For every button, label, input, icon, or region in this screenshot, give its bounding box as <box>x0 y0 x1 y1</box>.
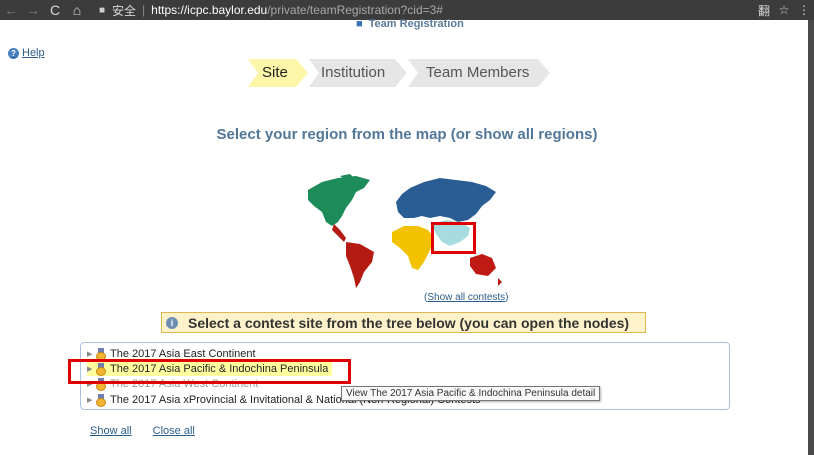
step-team-members-label: Team Members <box>426 64 530 81</box>
lock-icon[interactable]: ■ <box>96 5 108 16</box>
map-region-oceania <box>470 254 502 286</box>
step-site[interactable]: Site <box>248 59 308 87</box>
step-site-label: Site <box>262 64 288 81</box>
tooltip: View The 2017 Asia Pacific & Indochina P… <box>341 386 601 401</box>
map-region-africa <box>392 226 434 270</box>
browser-actions: 翻 ☆ ⋮ <box>754 0 814 20</box>
show-all-contests-link[interactable]: Show all contests <box>427 292 505 303</box>
map-region-south-america <box>346 242 374 288</box>
help-label: Help <box>22 47 45 59</box>
scrollbar[interactable] <box>808 20 814 455</box>
url-separator: | <box>142 3 146 17</box>
info-text: Select a contest site from the tree belo… <box>188 314 630 331</box>
step-institution-label: Institution <box>321 64 386 81</box>
tree-controls: Show all Close all <box>90 425 213 437</box>
paren-close: ) <box>505 292 509 303</box>
url-path: /private/teamRegistration?cid=3# <box>267 3 443 17</box>
info-bar: i Select a contest site from the tree be… <box>161 312 646 333</box>
expand-icon[interactable]: ▶ <box>87 350 96 358</box>
tree-selection-highlight <box>68 359 351 384</box>
page-title-text: Team Registration <box>368 18 464 30</box>
step-team-members[interactable]: Team Members <box>408 59 550 87</box>
home-icon[interactable]: ⌂ <box>66 0 88 20</box>
map-region-europe-asia <box>396 178 496 222</box>
title-bullet-icon: ■ <box>356 18 363 30</box>
map-selection-highlight <box>431 222 476 254</box>
close-all-link[interactable]: Close all <box>153 425 195 437</box>
url-host: https://icpc.baylor.edu <box>151 3 268 17</box>
help-icon: ? <box>8 47 19 59</box>
browser-toolbar: ← → C ⌂ ■ 安全 | https://icpc.baylor.edu/p… <box>0 0 814 20</box>
expand-icon[interactable]: ▶ <box>87 396 96 404</box>
address-bar[interactable]: https://icpc.baylor.edu/private/teamRegi… <box>151 3 443 17</box>
translate-icon[interactable]: 翻 <box>754 2 774 19</box>
page-title: ■ Team Registration <box>356 18 464 30</box>
show-all-contests: (Show all contests) <box>424 292 509 303</box>
forward-icon[interactable]: → <box>22 0 44 20</box>
step-institution[interactable]: Institution <box>309 59 407 87</box>
star-icon[interactable]: ☆ <box>774 3 794 17</box>
menu-icon[interactable]: ⋮ <box>794 3 814 17</box>
secure-label[interactable]: 安全 <box>112 2 136 19</box>
show-all-link[interactable]: Show all <box>90 425 132 437</box>
map-region-north-america <box>308 174 370 226</box>
info-icon: i <box>166 316 178 329</box>
region-heading: Select your region from the map (or show… <box>216 126 598 143</box>
medal-icon <box>96 393 106 407</box>
reload-icon[interactable]: C <box>44 0 66 20</box>
help-link[interactable]: ? Help <box>8 47 45 59</box>
back-icon[interactable]: ← <box>0 0 22 20</box>
map-region-central-america <box>332 224 346 242</box>
